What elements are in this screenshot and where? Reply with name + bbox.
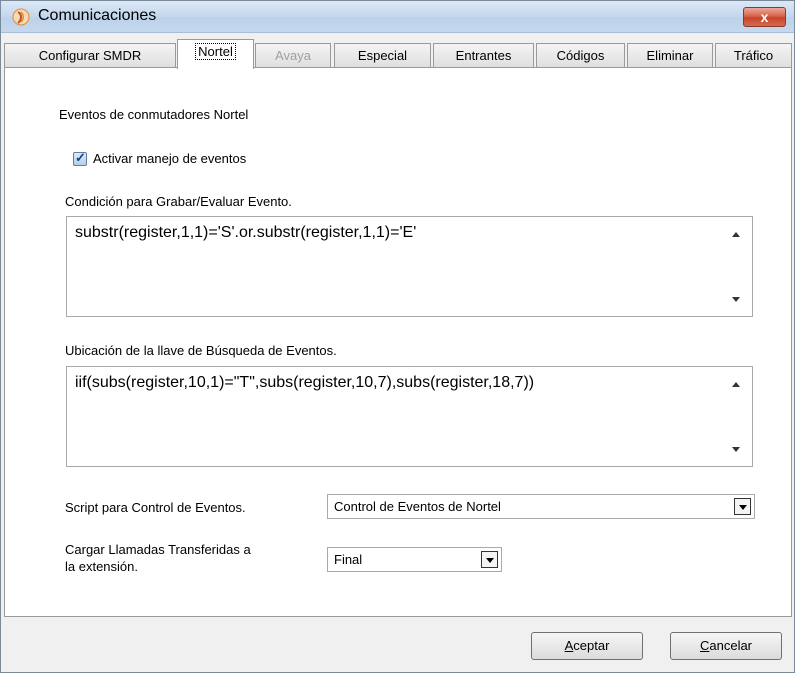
key-value: iif(subs(register,10,1)="T",subs(registe… [75, 374, 535, 391]
cancel-label: ancelar [709, 638, 753, 653]
tab-trafico[interactable]: Tráfico [715, 43, 792, 68]
window-title: Comunicaciones [38, 7, 157, 24]
tab-configurar-smdr[interactable]: Configurar SMDR [4, 43, 176, 68]
chevron-down-icon[interactable] [734, 498, 751, 515]
activate-events-label[interactable]: Activar manejo de eventos [93, 151, 246, 166]
accept-mnemonic: A [564, 638, 574, 653]
scroll-down-icon[interactable] [732, 447, 740, 452]
tab-especial[interactable]: Especial [334, 43, 431, 68]
transfer-label-line2: la extensión. [65, 559, 138, 574]
tab-codigos[interactable]: Códigos [536, 43, 625, 68]
accept-label: ceptar [573, 638, 610, 653]
cancel-mnemonic: C [699, 638, 710, 653]
close-icon: x [760, 9, 769, 25]
tab-avaya: Avaya [255, 43, 331, 68]
cancel-button[interactable]: Cancelar [670, 632, 782, 660]
transfer-select-value: Final [334, 552, 363, 567]
scroll-down-icon[interactable] [732, 297, 740, 302]
condition-label: Condición para Grabar/Evaluar Evento. [65, 194, 292, 209]
condition-textarea[interactable]: substr(register,1,1)='S'.or.substr(regis… [66, 216, 753, 317]
tab-bar: Configurar SMDR Nortel Avaya Especial En… [4, 39, 794, 69]
check-icon: ✓ [75, 150, 86, 165]
key-label: Ubicación de la llave de Búsqueda de Eve… [65, 343, 337, 358]
tab-eliminar[interactable]: Eliminar [627, 43, 713, 68]
key-textarea[interactable]: iif(subs(register,10,1)="T",subs(registe… [66, 366, 753, 467]
accept-button[interactable]: Aceptar [531, 632, 643, 660]
tab-entrantes[interactable]: Entrantes [433, 43, 534, 68]
tab-label: Nortel [195, 43, 236, 60]
tab-label: Códigos [556, 48, 605, 63]
tab-label: Especial [357, 48, 408, 63]
tab-label: Entrantes [455, 48, 512, 63]
tab-label: Eliminar [646, 48, 694, 63]
title-bar[interactable]: Comunicaciones x [1, 1, 794, 33]
close-button[interactable]: x [743, 7, 786, 27]
tab-nortel[interactable]: Nortel [177, 39, 254, 69]
transfer-label-line1: Cargar Llamadas Transferidas a [65, 542, 251, 557]
panel-heading: Eventos de conmutadores Nortel [59, 107, 249, 122]
script-select[interactable]: Control de Eventos de Nortel [327, 494, 755, 519]
tab-label: Avaya [275, 48, 311, 63]
scroll-up-icon[interactable] [732, 232, 740, 237]
tab-label: Tráfico [733, 48, 774, 63]
chevron-down-icon[interactable] [481, 551, 498, 568]
scroll-up-icon[interactable] [732, 382, 740, 387]
nortel-panel: Eventos de conmutadores Nortel ✓ Activar… [4, 67, 792, 617]
tab-label: Configurar SMDR [38, 48, 142, 63]
app-logo-icon [12, 8, 30, 26]
script-label: Script para Control de Eventos. [65, 500, 246, 515]
activate-events-checkbox[interactable]: ✓ [73, 150, 87, 166]
script-select-value: Control de Eventos de Nortel [334, 499, 501, 514]
transfer-select[interactable]: Final [327, 547, 502, 572]
communications-dialog: Comunicaciones x Configurar SMDR Nortel … [0, 0, 795, 673]
condition-value: substr(register,1,1)='S'.or.substr(regis… [75, 224, 417, 241]
